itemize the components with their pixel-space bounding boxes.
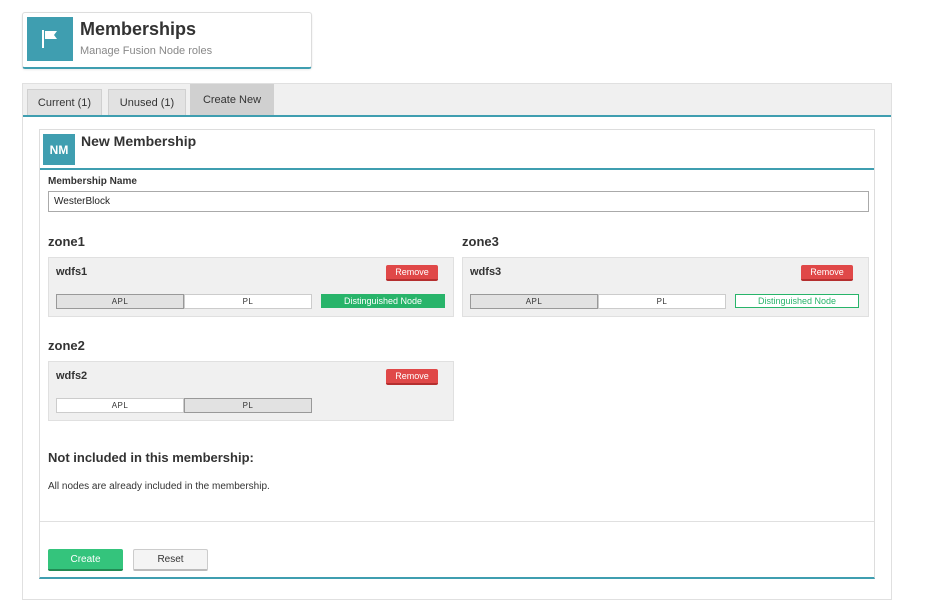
create-button[interactable]: Create: [48, 549, 123, 571]
zone1-node-name: wdfs1: [56, 266, 88, 278]
zone2-node-name: wdfs2: [56, 370, 88, 382]
zone3-role-toggle: APL PL: [470, 294, 726, 309]
not-included-text: All nodes are already included in the me…: [48, 481, 270, 492]
zone1-role-apl[interactable]: APL: [56, 294, 184, 309]
tab-create-new-label: Create New: [202, 94, 262, 106]
page-title: Memberships: [80, 19, 197, 39]
tab-current-label: Current (1): [37, 96, 92, 109]
zone3-role-apl[interactable]: APL: [470, 294, 598, 309]
zone3-role-pl[interactable]: PL: [598, 294, 726, 309]
tab-current[interactable]: Current (1): [27, 89, 102, 115]
zone2-remove-button[interactable]: Remove: [386, 369, 438, 385]
zone1-role-toggle: APL PL: [56, 294, 312, 309]
zone3-remove-button[interactable]: Remove: [801, 265, 853, 281]
membership-badge: NM: [43, 134, 75, 165]
zone1-remove-button[interactable]: Remove: [386, 265, 438, 281]
zone1-node-box: wdfs1 Remove APL PL Distinguished Node: [48, 257, 454, 317]
membership-name-label: Membership Name: [48, 176, 137, 187]
zone2-role-pl[interactable]: PL: [184, 398, 312, 413]
page-header: Memberships Manage Fusion Node roles: [22, 12, 312, 69]
zone1-title: zone1: [48, 234, 85, 249]
page-subtitle: Manage Fusion Node roles: [80, 45, 213, 57]
membership-name-input[interactable]: [48, 191, 869, 212]
card-title: New Membership: [81, 133, 197, 149]
zone2-node-box: wdfs2 Remove APL PL: [48, 361, 454, 421]
zone2-role-apl[interactable]: APL: [56, 398, 184, 413]
tab-unused-label: Unused (1): [119, 96, 175, 109]
zone3-distinguished-node-toggle[interactable]: Distinguished Node: [735, 294, 859, 308]
zone1-role-pl[interactable]: PL: [184, 294, 312, 309]
not-included-title: Not included in this membership:: [48, 450, 254, 465]
tab-create-new[interactable]: Create New: [190, 84, 274, 115]
reset-button[interactable]: Reset: [133, 549, 208, 571]
divider: [40, 521, 874, 522]
zone3-title: zone3: [462, 234, 499, 249]
new-membership-card: NM New Membership Membership Name zone1 …: [39, 129, 875, 579]
zone3-node-box: wdfs3 Remove APL PL Distinguished Node: [462, 257, 869, 317]
zone1-distinguished-node-toggle[interactable]: Distinguished Node: [321, 294, 445, 308]
tab-unused[interactable]: Unused (1): [108, 89, 186, 115]
tab-bar: Current (1) Unused (1) Create New: [23, 84, 891, 117]
flag-icon: [27, 17, 73, 61]
tab-content: NM New Membership Membership Name zone1 …: [23, 117, 891, 599]
memberships-panel: Current (1) Unused (1) Create New NM New…: [22, 83, 892, 600]
zone2-role-toggle: APL PL: [56, 398, 312, 413]
zone3-node-name: wdfs3: [470, 266, 502, 278]
card-header: NM New Membership: [40, 130, 874, 170]
zone2-title: zone2: [48, 338, 85, 353]
